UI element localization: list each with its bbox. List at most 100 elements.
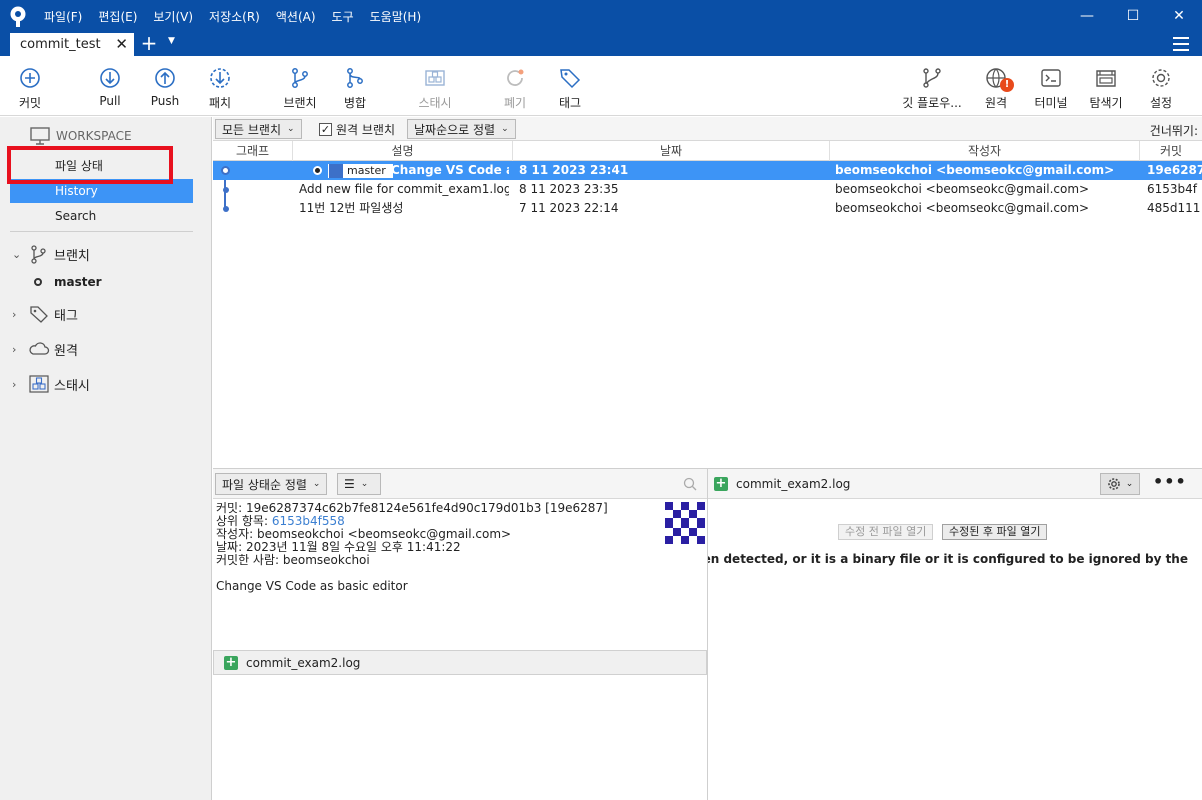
chevron-down-icon: ⌄	[12, 247, 22, 261]
minimize-button[interactable]: —	[1064, 0, 1110, 32]
sidebar-section-tags[interactable]: › 태그	[12, 304, 78, 324]
menu-tools[interactable]: 도구	[324, 8, 362, 25]
table-row[interactable]: master Change VS Code as 8 11 2023 23:41…	[213, 161, 1202, 180]
sidebar: WORKSPACE 파일 상태 History Search ⌄ 브랜치 mas…	[0, 117, 212, 800]
head-icon	[313, 166, 322, 175]
details-toolbar: 파일 상태순 정렬 ⌄ ☰ ⌄	[213, 469, 707, 499]
commit-description: Add new file for commit_exam1.log	[299, 182, 509, 196]
highlight-box	[7, 146, 173, 184]
column-author[interactable]: 작성자	[830, 141, 1140, 161]
merge-button[interactable]: 병합	[325, 56, 385, 116]
open-before-file-button[interactable]: 수정 전 파일 열기	[838, 524, 934, 540]
stash-icon	[29, 375, 49, 393]
graph-node	[223, 206, 229, 212]
commit-button[interactable]: 커밋	[0, 56, 60, 116]
commit-hash: 485d111	[1147, 201, 1201, 215]
chevron-down-icon: ⌄	[287, 124, 295, 134]
terminal-button[interactable]: 터미널	[1021, 56, 1081, 116]
workspace-header: WORKSPACE	[30, 127, 132, 145]
commit-date: 8 11 2023 23:35	[519, 182, 619, 196]
branch-label-master[interactable]: master	[313, 163, 393, 178]
menu-file[interactable]: 파일(F)	[36, 8, 90, 25]
chevron-down-icon: ⌄	[312, 479, 321, 489]
window-controls: — ☐ ✕	[1064, 0, 1202, 32]
pull-button[interactable]: Pull	[80, 56, 140, 116]
commit-date: 7 11 2023 22:14	[519, 201, 619, 215]
menu-edit[interactable]: 편집(E)	[90, 8, 145, 25]
table-row[interactable]: Add new file for commit_exam1.log 8 11 2…	[213, 180, 1202, 199]
remote-branches-toggle[interactable]: ✓ 원격 브랜치	[319, 121, 395, 138]
commit-hash: 6153b4f	[1147, 182, 1198, 196]
sort-by-date-dropdown[interactable]: 날짜순으로 정렬 ⌄	[407, 119, 516, 139]
menu-help[interactable]: 도움말(H)	[362, 8, 430, 25]
branch-icon	[329, 163, 343, 178]
tag-button[interactable]: 태그	[540, 56, 600, 116]
search-icon[interactable]	[683, 477, 697, 491]
commit-table-header: 그래프 설명 날짜 작성자 커밋	[213, 141, 1202, 161]
sidebar-section-branches[interactable]: ⌄ 브랜치	[12, 244, 90, 264]
tag-icon	[30, 306, 48, 323]
filter-bar: 모든 브랜치 ⌄ ✓ 원격 브랜치 날짜순으로 정렬 ⌄ 건너뛰기:	[213, 117, 1202, 141]
menu-bar: 파일(F) 편집(E) 보기(V) 저장소(R) 액션(A) 도구 도움말(H)	[36, 0, 429, 32]
commit-date: 8 11 2023 23:41	[519, 163, 629, 177]
current-branch-icon	[34, 278, 42, 286]
stash-icon	[425, 70, 445, 86]
remote-branches-checkbox[interactable]: ✓	[319, 123, 332, 136]
toolbar: 커밋 Pull Push 패치 브랜치 병합 스태시 폐기 태그 깃 플로우..…	[0, 56, 1202, 116]
chevron-down-icon: ⌄	[360, 479, 369, 489]
more-options-icon[interactable]: •••	[1153, 472, 1187, 491]
vertical-splitter[interactable]	[707, 469, 708, 800]
jump-to-label[interactable]: 건너뛰기:	[1150, 122, 1198, 139]
discard-button[interactable]: 폐기	[485, 56, 545, 116]
sidebar-section-remotes[interactable]: › 원격	[12, 339, 78, 359]
gear-icon	[1152, 69, 1170, 87]
tab-row: commit_test ✕ + ▼	[0, 32, 1202, 56]
tab-commit-test[interactable]: commit_test ✕	[10, 33, 134, 56]
new-tab-button[interactable]: +	[138, 33, 160, 55]
push-icon	[155, 68, 175, 88]
monitor-icon	[30, 127, 50, 145]
column-commit[interactable]: 커밋	[1140, 141, 1202, 161]
maximize-button[interactable]: ☐	[1110, 0, 1156, 32]
remote-button[interactable]: ! 원격	[966, 56, 1026, 116]
list-icon: ☰	[344, 477, 355, 491]
changed-file-item[interactable]: + commit_exam2.log	[213, 650, 707, 675]
git-flow-icon	[923, 68, 941, 88]
column-graph[interactable]: 그래프	[213, 141, 293, 161]
menu-view[interactable]: 보기(V)	[145, 8, 201, 25]
column-date[interactable]: 날짜	[513, 141, 830, 161]
close-window-button[interactable]: ✕	[1156, 0, 1202, 32]
hamburger-menu-icon[interactable]	[1173, 37, 1189, 51]
avatar	[665, 502, 705, 544]
pull-icon	[100, 68, 120, 88]
sidebar-item-search[interactable]: Search	[10, 204, 193, 228]
branch-item-master[interactable]: master	[34, 275, 102, 289]
menu-repository[interactable]: 저장소(R)	[201, 8, 268, 25]
push-button[interactable]: Push	[135, 56, 195, 116]
commit-description: Change VS Code as	[391, 163, 509, 177]
folder-icon	[1096, 70, 1116, 87]
diff-options-button[interactable]: ⌄	[1100, 473, 1140, 495]
parent-commit-link[interactable]: 6153b4f558	[272, 514, 345, 528]
file-status-sort-dropdown[interactable]: 파일 상태순 정렬 ⌄	[215, 473, 328, 495]
settings-button[interactable]: 설정	[1131, 56, 1191, 116]
sidebar-section-stashes[interactable]: › 스태시	[12, 374, 90, 394]
tab-title: commit_test	[20, 37, 101, 52]
explorer-button[interactable]: 탐색기	[1076, 56, 1136, 116]
stash-button[interactable]: 스태시	[405, 56, 465, 116]
open-after-file-button[interactable]: 수정된 후 파일 열기	[942, 524, 1048, 540]
menu-actions[interactable]: 액션(A)	[268, 8, 324, 25]
column-description[interactable]: 설명	[293, 141, 513, 161]
branch-button[interactable]: 브랜치	[270, 56, 330, 116]
table-row[interactable]: 11번 12번 파일생성 7 11 2023 22:14 beomseokcho…	[213, 199, 1202, 218]
fetch-button[interactable]: 패치	[190, 56, 250, 116]
tab-dropdown-icon[interactable]: ▼	[168, 36, 175, 46]
tab-close-icon[interactable]: ✕	[115, 35, 128, 53]
git-flow-button[interactable]: 깃 플로우...	[902, 56, 962, 116]
changed-file-name: commit_exam2.log	[246, 655, 361, 670]
all-branches-dropdown[interactable]: 모든 브랜치 ⌄	[215, 119, 302, 139]
view-mode-dropdown[interactable]: ☰ ⌄	[337, 473, 381, 495]
cloud-icon	[29, 342, 50, 355]
branch-icon	[31, 245, 46, 264]
commit-hash: 19e6287	[1147, 163, 1202, 177]
